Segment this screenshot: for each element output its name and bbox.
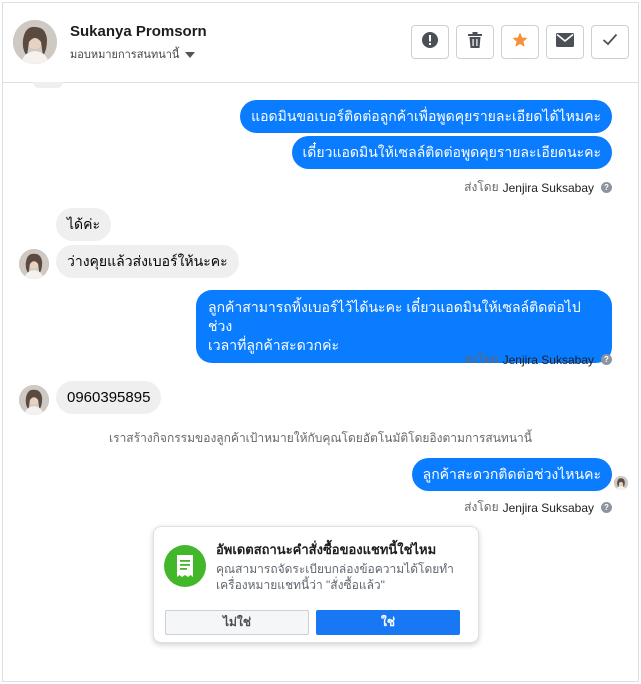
conversation-header: Sukanya Promsorn มอบหมายการสนทนานี้ [3, 3, 638, 83]
sent-by-prefix: ส่งโดย [464, 352, 499, 366]
star-icon [511, 31, 529, 54]
contact-avatar-small [19, 249, 49, 279]
message-line: ลูกค้าสามารถทิ้งเบอร์ไว้ได้นะคะ เดี๋ยวแอ… [208, 299, 581, 334]
yes-button[interactable]: ใช่ [316, 610, 460, 635]
delete-button[interactable] [456, 25, 494, 59]
mark-done-button[interactable] [591, 25, 629, 59]
mark-spam-button[interactable] [411, 25, 449, 59]
message-thread: แอดมินขอเบอร์ติดต่อลูกค้าเพื่อพูดคุยรายล… [3, 82, 638, 681]
assign-conversation-dropdown[interactable]: มอบหมายการสนทนานี้ [70, 45, 196, 63]
contact-avatar[interactable] [13, 20, 57, 64]
sent-by-label: ส่งโดย Jenjira Suksabay ? [464, 350, 612, 369]
system-note: เราสร้างกิจกรรมของลูกค้าเป้าหมายให้กับคุ… [109, 431, 532, 445]
sender-name: Jenjira Suksabay [502, 352, 594, 367]
contact-name[interactable]: Sukanya Promsorn [70, 23, 207, 40]
sent-by-label: ส่งโดย Jenjira Suksabay ? [464, 498, 612, 517]
sender-name: Jenjira Suksabay [502, 500, 594, 515]
sent-by-prefix: ส่งโดย [464, 500, 499, 514]
mark-unread-button[interactable] [546, 25, 584, 59]
contact-avatar-small [19, 385, 49, 415]
incoming-message[interactable]: ว่างคุยแล้วส่งเบอร์ให้นะคะ [56, 245, 239, 278]
outgoing-message[interactable]: เดี๋ยวแอดมินให้เซลล์ติดต่อพูดคุยรายละเอี… [291, 136, 612, 169]
check-icon [602, 33, 618, 51]
info-icon[interactable]: ? [601, 502, 612, 513]
incoming-message-phone[interactable]: 0960395895 [56, 381, 162, 414]
receipt-icon [164, 545, 206, 587]
star-button[interactable] [501, 25, 539, 59]
outgoing-message[interactable]: ลูกค้าสะดวกติดต่อช่วงไหนคะ [411, 458, 612, 491]
sent-by-label: ส่งโดย Jenjira Suksabay ? [464, 178, 612, 197]
mail-icon [556, 32, 574, 52]
no-button[interactable]: ไม่ใช่ [165, 610, 309, 635]
order-status-prompt-card: อัพเดตสถานะคำสั่งซื้อของแชทนี้ใช่ไหม คุณ… [153, 526, 479, 643]
outgoing-message[interactable]: แอดมินขอเบอร์ติดต่อลูกค้าเพื่อพูดคุยรายล… [240, 100, 612, 133]
alert-icon [421, 31, 439, 54]
previous-message-edge [33, 82, 63, 88]
trash-icon [467, 31, 483, 54]
assign-label: มอบหมายการสนทนานี้ [70, 49, 180, 61]
info-icon[interactable]: ? [601, 354, 612, 365]
seen-avatar [614, 476, 628, 490]
card-description: คุณสามารถจัดระเบียบกล่องข้อความได้โดยทำเ… [216, 562, 454, 592]
incoming-message[interactable]: ได้ค่ะ [56, 208, 112, 241]
sender-name: Jenjira Suksabay [502, 180, 594, 195]
conversation-toolbar [411, 25, 629, 59]
card-title: อัพเดตสถานะคำสั่งซื้อของแชทนี้ใช่ไหม [216, 542, 437, 557]
sent-by-prefix: ส่งโดย [464, 180, 499, 194]
conversation-panel: Sukanya Promsorn มอบหมายการสนทนานี้ แอดม… [2, 2, 639, 682]
caret-down-icon [185, 51, 196, 58]
info-icon[interactable]: ? [601, 182, 612, 193]
